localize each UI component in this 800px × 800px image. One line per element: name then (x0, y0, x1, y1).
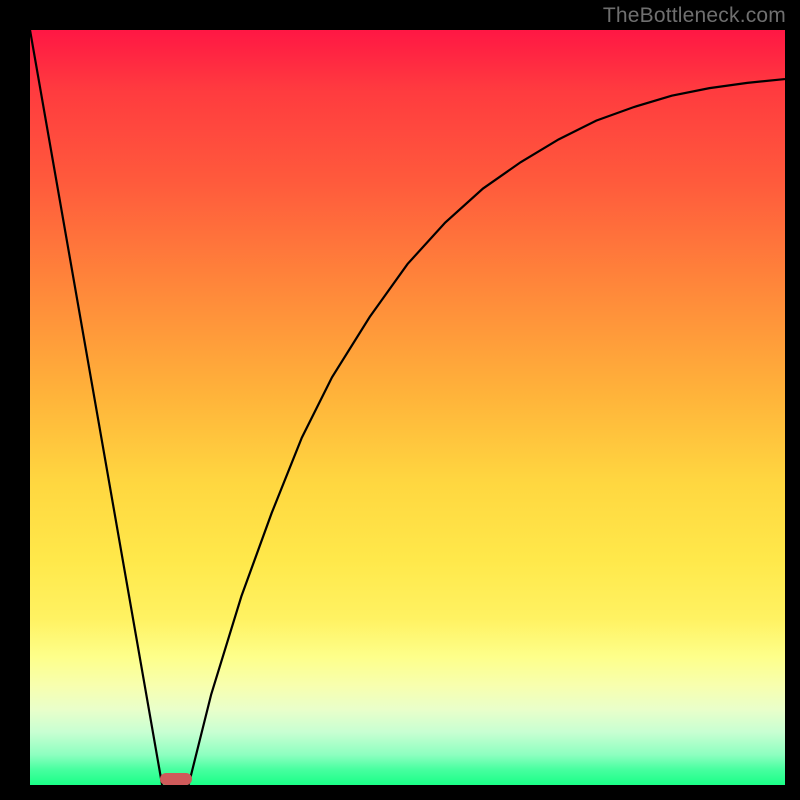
chart-frame: TheBottleneck.com (0, 0, 800, 800)
watermark-text: TheBottleneck.com (603, 4, 786, 28)
right-curve-line (189, 79, 785, 785)
chart-curves (30, 30, 785, 785)
minimum-marker (160, 773, 192, 785)
left-segment-line (30, 30, 162, 785)
plot-area (30, 30, 785, 785)
